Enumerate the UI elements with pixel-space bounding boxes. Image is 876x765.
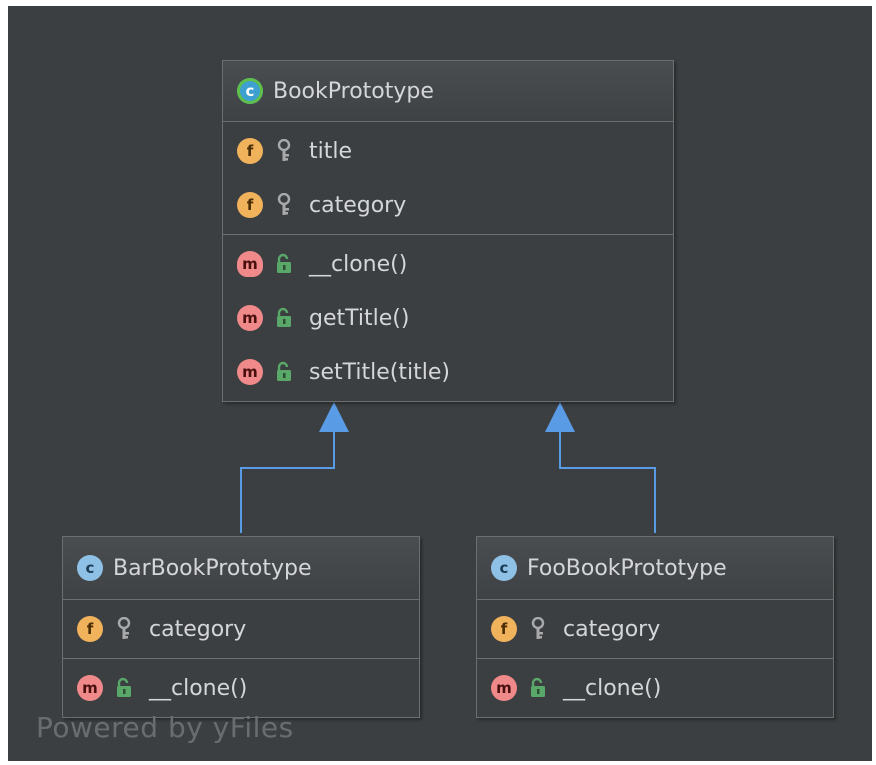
inheritance-arrowhead-foo bbox=[545, 402, 575, 432]
class-icon: c bbox=[491, 555, 517, 581]
field-icon: f bbox=[491, 616, 517, 642]
class-header: c FooBookPrototype bbox=[477, 537, 833, 600]
method-name: __clone() bbox=[563, 675, 662, 701]
override-method-icon: m bbox=[237, 251, 263, 277]
inheritance-edge-foo bbox=[559, 430, 656, 533]
method-row[interactable]: m __clone() bbox=[63, 661, 419, 715]
method-name: setTitle(title) bbox=[309, 359, 450, 385]
method-row[interactable]: m setTitle(title) bbox=[223, 345, 673, 399]
class-book-prototype[interactable]: c BookPrototype f title f category m __c… bbox=[222, 60, 674, 402]
class-foo-book-prototype[interactable]: c FooBookPrototype f category m __clone(… bbox=[476, 536, 834, 718]
method-name: getTitle() bbox=[309, 305, 410, 331]
method-icon: m bbox=[491, 675, 517, 701]
field-icon: f bbox=[77, 616, 103, 642]
class-icon: c bbox=[77, 555, 103, 581]
methods-section: m __clone() bbox=[63, 659, 419, 717]
fields-section: f category bbox=[63, 600, 419, 659]
inheritance-edge-bar bbox=[240, 430, 335, 533]
field-icon: f bbox=[237, 138, 263, 164]
key-icon bbox=[273, 138, 295, 164]
field-row[interactable]: f category bbox=[477, 602, 833, 656]
field-name: category bbox=[563, 616, 661, 642]
field-name: category bbox=[149, 616, 247, 642]
public-lock-icon bbox=[527, 675, 549, 701]
fields-section: f title f category bbox=[223, 122, 673, 235]
method-name: __clone() bbox=[149, 675, 248, 701]
field-name: title bbox=[309, 138, 353, 164]
field-row[interactable]: f category bbox=[223, 178, 673, 232]
field-row[interactable]: f category bbox=[63, 602, 419, 656]
class-name: BookPrototype bbox=[273, 78, 434, 104]
method-row[interactable]: m getTitle() bbox=[223, 291, 673, 345]
field-row[interactable]: f title bbox=[223, 124, 673, 178]
field-icon: f bbox=[237, 192, 263, 218]
key-icon bbox=[113, 616, 135, 642]
methods-section: m __clone() m getTitle() m setTitle(titl… bbox=[223, 235, 673, 401]
method-icon: m bbox=[237, 305, 263, 331]
fields-section: f category bbox=[477, 600, 833, 659]
class-header: c BookPrototype bbox=[223, 61, 673, 122]
method-row[interactable]: m __clone() bbox=[223, 237, 673, 291]
class-header: c BarBookPrototype bbox=[63, 537, 419, 600]
yfiles-watermark: Powered by yFiles bbox=[36, 711, 294, 744]
method-row[interactable]: m __clone() bbox=[477, 661, 833, 715]
diagram-canvas: c BookPrototype f title f category m __c… bbox=[8, 6, 872, 761]
methods-section: m __clone() bbox=[477, 659, 833, 717]
class-icon: c bbox=[237, 78, 263, 104]
method-icon: m bbox=[237, 359, 263, 385]
inheritance-arrowhead-bar bbox=[319, 402, 349, 432]
public-lock-icon bbox=[273, 251, 295, 277]
method-name: __clone() bbox=[309, 251, 408, 277]
class-bar-book-prototype[interactable]: c BarBookPrototype f category m __clone(… bbox=[62, 536, 420, 718]
field-name: category bbox=[309, 192, 407, 218]
key-icon bbox=[273, 192, 295, 218]
method-icon: m bbox=[77, 675, 103, 701]
public-lock-icon bbox=[113, 675, 135, 701]
public-lock-icon bbox=[273, 305, 295, 331]
key-icon bbox=[527, 616, 549, 642]
class-name: FooBookPrototype bbox=[527, 555, 727, 581]
public-lock-icon bbox=[273, 359, 295, 385]
class-name: BarBookPrototype bbox=[113, 555, 312, 581]
